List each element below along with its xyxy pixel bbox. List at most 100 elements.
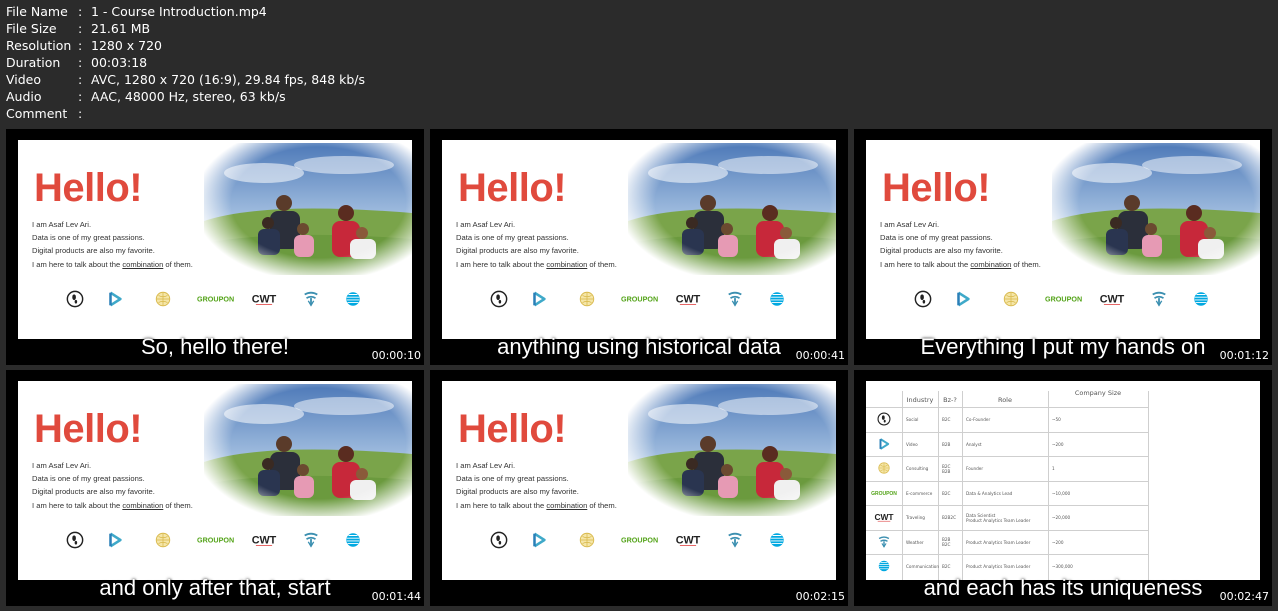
cwt-logo: CWT — [670, 531, 706, 549]
bio-line: I am here to talk about the combination … — [32, 258, 193, 271]
table-cell: B2C — [942, 564, 951, 569]
table-divider — [938, 391, 939, 580]
row-divider — [866, 407, 1148, 408]
globe-icon — [578, 531, 596, 549]
weather-icon — [726, 290, 744, 308]
meta-value: AVC, 1280 x 720 (16:9), 29.84 fps, 848 k… — [91, 72, 366, 87]
bio-line: I am Asaf Lev Ari. — [456, 220, 516, 229]
meta-separator: : — [78, 21, 83, 36]
slide-heading: Hello! — [34, 407, 143, 451]
bio-line: Digital products are also my favorite. — [32, 246, 155, 256]
play-icon — [106, 290, 124, 308]
table-cell: Analyst — [966, 441, 982, 447]
subtitle-text: So, hello there! — [141, 334, 289, 359]
globe-icon — [154, 290, 172, 308]
family-photo — [1052, 143, 1260, 275]
meta-row: Resolution:1280 x 720 — [6, 37, 365, 54]
table-cell: 1 — [1052, 466, 1055, 471]
slide-bio: I am Asaf Lev Ari. Data is one of my grea… — [456, 218, 617, 271]
timestamp: 00:01:12 — [1219, 349, 1269, 362]
timestamp: 00:00:10 — [371, 349, 421, 362]
svg-text:GROUPON: GROUPON — [621, 536, 658, 545]
bio-line: I am Asaf Lev Ari. — [880, 220, 940, 229]
svg-text:GROUPON: GROUPON — [1045, 295, 1082, 304]
table-cell: Product Analytics Team Leader — [966, 539, 1031, 545]
thumbnail-3[interactable]: Hello! I am Asaf Lev Ari. Data is one of m… — [854, 129, 1272, 365]
family-photo — [204, 384, 412, 516]
table-cell: ~10,000 — [1052, 490, 1071, 496]
family-photo — [204, 143, 412, 275]
slide-heading: Hello! — [882, 166, 991, 210]
att-icon — [768, 531, 786, 549]
meta-row: File Size:21.61 MB — [6, 20, 365, 37]
meta-key: Audio — [6, 89, 42, 104]
row-divider — [866, 480, 1148, 482]
slide-bio: I am Asaf Lev Ari. Data is one of my grea… — [32, 459, 193, 512]
bio-text: of them. — [587, 500, 617, 510]
groupon-logo: GROUPON — [194, 290, 237, 308]
subtitle-text: anything using historical data — [497, 334, 781, 359]
company-logos: GROUPON CWT — [66, 531, 366, 549]
meta-row: Comment: — [6, 105, 365, 122]
bio-text: I am here to talk about the — [880, 259, 971, 269]
bio-line: Data is one of my great passions. — [880, 233, 993, 243]
table-divider — [1048, 391, 1049, 580]
table-cell: B2B2C — [942, 515, 956, 520]
thumbnail-1[interactable]: Hello! I am Asaf Lev Ari. Data is one of m… — [6, 129, 424, 365]
table-cell: B2B — [942, 441, 951, 447]
bio-text: of them. — [587, 259, 617, 269]
meta-separator: : — [78, 72, 83, 87]
thumbnail-6[interactable]: Industry Bz-? Role Company Size Social B2C Co-… — [854, 370, 1272, 606]
meta-value: 1280 x 720 — [91, 38, 163, 53]
thumbnail-4[interactable]: Hello! I am Asaf Lev Ari. Data is one of m… — [6, 370, 424, 606]
slide: Hello! I am Asaf Lev Ari. Data is one of m… — [18, 381, 412, 580]
slide: Hello! I am Asaf Lev Ari. Data is one of m… — [866, 140, 1260, 339]
table-cell: Traveling — [906, 515, 925, 520]
meta-row: File Name:1 - Course Introduction.mp4 — [6, 3, 365, 20]
bio-text: I am here to talk about the — [456, 500, 547, 510]
table-cell: Product Analytics Team Leader — [966, 564, 1031, 569]
meta-key: Resolution — [6, 38, 72, 53]
meta-value: 00:03:18 — [91, 55, 148, 70]
row-company-logo — [869, 411, 899, 427]
meta-row: Audio: AAC, 48000 Hz, stereo, 63 kb/s — [6, 88, 365, 105]
bio-underlined-text: combination — [546, 259, 588, 269]
bio-text: I am here to talk about the — [32, 259, 123, 269]
subtitle-text: and each has its uniqueness — [923, 575, 1203, 600]
row-company-logo — [869, 436, 899, 452]
meta-separator: : — [78, 89, 83, 104]
play-icon — [530, 290, 548, 308]
bio-text: I am here to talk about the — [456, 259, 547, 269]
timestamp: 00:00:41 — [795, 349, 845, 362]
slide-heading: Hello! — [458, 166, 567, 210]
row-company-logo: CWT — [869, 509, 899, 525]
meta-row: Video: AVC, 1280 x 720 (16:9), 29.84 fps,… — [6, 71, 365, 88]
att-icon — [768, 290, 786, 308]
svg-text:GROUPON: GROUPON — [197, 536, 234, 545]
weather-icon — [726, 531, 744, 549]
svg-text:CWT: CWT — [252, 294, 277, 306]
table-cell: B2C — [942, 542, 951, 547]
bio-line: I am here to talk about the combination … — [456, 258, 617, 271]
row-divider — [866, 456, 1148, 457]
feet-icon — [66, 531, 84, 549]
table-cell: Product Analytics Team Leader — [966, 517, 1031, 523]
bio-text: of them. — [1011, 259, 1041, 269]
svg-text:GROUPON: GROUPON — [871, 490, 897, 496]
bio-text: of them. — [163, 259, 193, 269]
bio-line: Digital products are also my favorite. — [880, 246, 1003, 256]
row-divider — [866, 529, 1148, 531]
meta-value: 21.61 MB — [91, 21, 151, 36]
company-logos: GROUPON CWT — [490, 290, 790, 308]
timestamp: 00:02:47 — [1219, 590, 1269, 603]
thumbnail-2[interactable]: Hello! I am Asaf Lev Ari. Data is one of m… — [430, 129, 848, 365]
meta-value: 1 - Course Introduction.mp4 — [91, 4, 267, 19]
table-cell: Social — [906, 417, 919, 422]
play-icon — [530, 531, 548, 549]
svg-text:CWT: CWT — [252, 535, 277, 547]
svg-text:CWT: CWT — [676, 535, 701, 547]
meta-key: File Name — [6, 4, 68, 19]
thumbnail-5[interactable]: Hello! I am Asaf Lev Ari. Data is one of m… — [430, 370, 848, 606]
bio-line: I am here to talk about the combination … — [880, 258, 1041, 271]
bio-line: I am Asaf Lev Ari. — [32, 220, 92, 229]
